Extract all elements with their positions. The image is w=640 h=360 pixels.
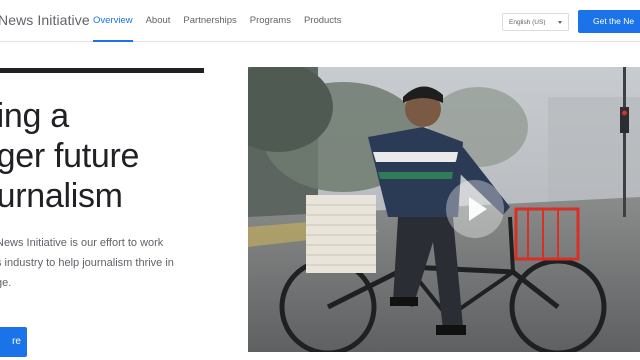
play-icon[interactable] [446, 180, 504, 238]
hero-headline: ding a nger future ournalism [0, 96, 139, 216]
language-select-value: English (US) [509, 18, 546, 26]
hero-intro: News Initiative is our effort to work s … [0, 233, 236, 293]
chevron-down-icon [558, 21, 562, 24]
hero-intro-line: ge. [0, 277, 12, 289]
nav-item-overview[interactable]: Overview [93, 0, 133, 42]
get-newsletter-button[interactable]: Get the Ne [578, 10, 640, 33]
hero-accent-bar [0, 68, 204, 73]
site-brand[interactable]: News Initiative [0, 12, 90, 28]
video-thumbnail-image [248, 67, 640, 352]
hero-headline-line: ournalism [0, 177, 123, 215]
hero-headline-line: ding a [0, 97, 69, 135]
learn-more-button[interactable]: re [0, 327, 27, 357]
nav-item-about[interactable]: About [146, 0, 171, 42]
hero-headline-line: nger future [0, 137, 140, 175]
hero-intro-line: News Initiative is our effort to work [0, 237, 164, 249]
language-select[interactable]: English (US) [502, 13, 569, 31]
hero-video[interactable] [248, 67, 640, 352]
nav-item-partnerships[interactable]: Partnerships [183, 0, 236, 42]
site-header: News Initiative Overview About Partnersh… [0, 0, 640, 42]
main-nav: Overview About Partnerships Programs Pro… [93, 0, 354, 42]
nav-item-products[interactable]: Products [304, 0, 342, 42]
hero-intro-line: s industry to help journalism thrive in [0, 257, 174, 269]
nav-item-programs[interactable]: Programs [250, 0, 291, 42]
